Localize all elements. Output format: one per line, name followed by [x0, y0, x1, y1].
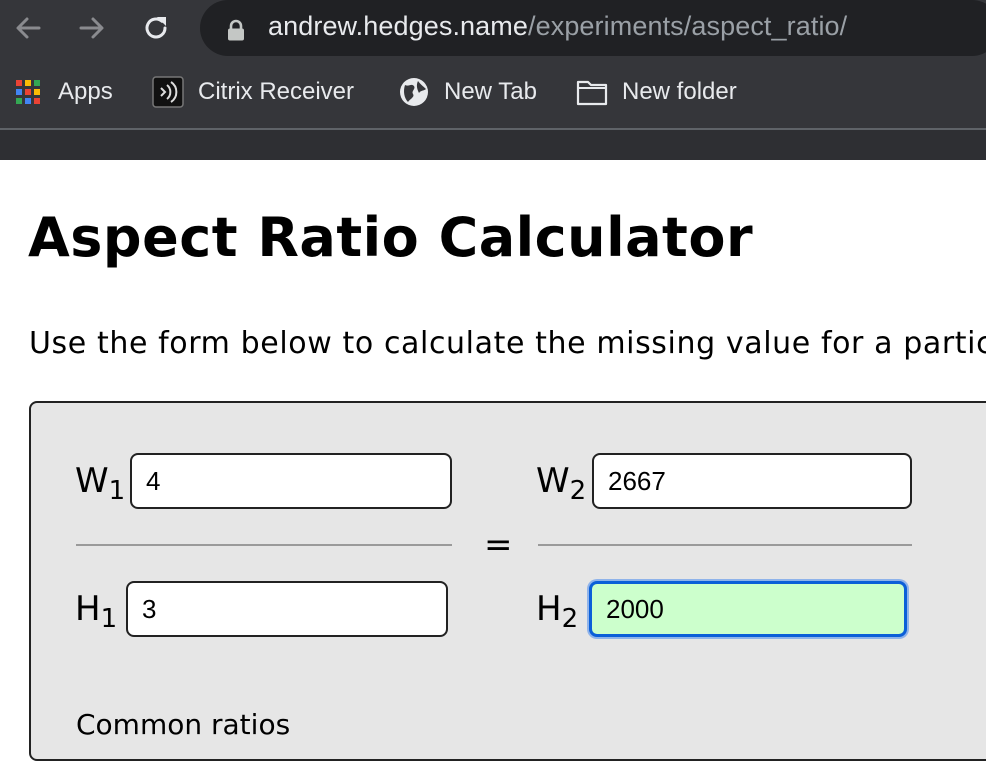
h1-label: H1 [75, 589, 117, 634]
bookmark-label: New Tab [444, 78, 537, 105]
url-text[interactable]: andrew.hedges.name/experiments/aspect_ra… [268, 11, 847, 42]
w1-label-letter: W [75, 461, 109, 501]
equals-sign: = [484, 525, 513, 565]
address-bar[interactable]: andrew.hedges.name/experiments/aspect_ra… [200, 0, 986, 56]
forward-button[interactable] [74, 10, 110, 46]
h2-label-letter: H [536, 589, 562, 629]
bookmark-new-folder[interactable]: New folder [576, 76, 737, 108]
reload-button[interactable] [138, 10, 174, 46]
w2-input[interactable] [592, 453, 912, 509]
bookmark-apps[interactable]: Apps [12, 76, 113, 108]
w2-label-sub: 2 [569, 476, 587, 506]
h2-input[interactable] [589, 581, 907, 637]
bookmarks-bar: Apps Citrix Receiver New Tab New folder [0, 70, 986, 114]
chrome-strip [0, 130, 986, 160]
arrow-right-icon [79, 17, 104, 39]
url-path: /experiments/aspect_ratio/ [528, 11, 848, 41]
common-ratios-caption: Common ratios [76, 708, 291, 741]
folder-icon [576, 76, 608, 108]
page-title: Aspect Ratio Calculator [28, 206, 754, 269]
fraction-line-right [538, 544, 912, 546]
browser-chrome: andrew.hedges.name/experiments/aspect_ra… [0, 0, 986, 160]
url-host: andrew.hedges.name [268, 11, 528, 41]
bookmark-label: New folder [622, 78, 737, 105]
h1-label-letter: H [75, 589, 101, 629]
w1-label-sub: 1 [108, 476, 126, 506]
h2-label-sub: 2 [561, 604, 579, 634]
apps-grid-icon [12, 76, 44, 108]
globe-icon [398, 76, 430, 108]
bookmark-label: Citrix Receiver [198, 78, 355, 105]
arrow-left-icon [16, 17, 41, 39]
h1-input[interactable] [126, 581, 448, 637]
fraction-line-left [76, 544, 452, 546]
intro-text: Use the form below to calculate the miss… [29, 326, 986, 361]
w1-input[interactable] [130, 453, 452, 509]
bookmark-citrix-receiver[interactable]: Citrix Receiver [152, 76, 354, 108]
w2-label: W2 [536, 461, 586, 506]
lock-icon [228, 19, 244, 41]
reload-icon [145, 17, 167, 39]
back-button[interactable] [10, 10, 46, 46]
bookmark-label: Apps [58, 78, 113, 105]
w1-label: W1 [75, 461, 125, 506]
h2-label: H2 [536, 589, 578, 634]
h1-label-sub: 1 [100, 604, 118, 634]
citrix-icon [152, 76, 184, 108]
w2-label-letter: W [536, 461, 570, 501]
bookmark-new-tab[interactable]: New Tab [398, 76, 537, 108]
